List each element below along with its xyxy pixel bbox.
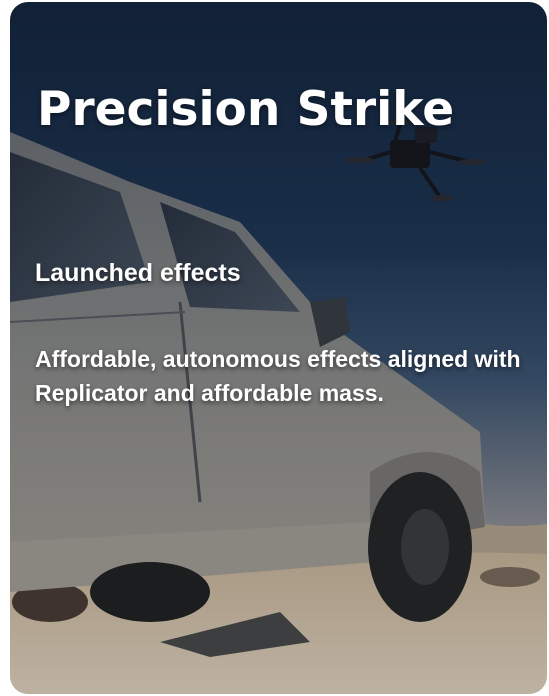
card-title: Precision Strike: [37, 82, 455, 137]
text-overlay: Precision Strike Launched effects Afford…: [10, 2, 547, 694]
card-subtitle: Launched effects: [35, 259, 241, 287]
card-description: Affordable, autonomous effects aligned w…: [35, 346, 521, 406]
feature-card: Precision Strike Launched effects Afford…: [10, 2, 547, 694]
